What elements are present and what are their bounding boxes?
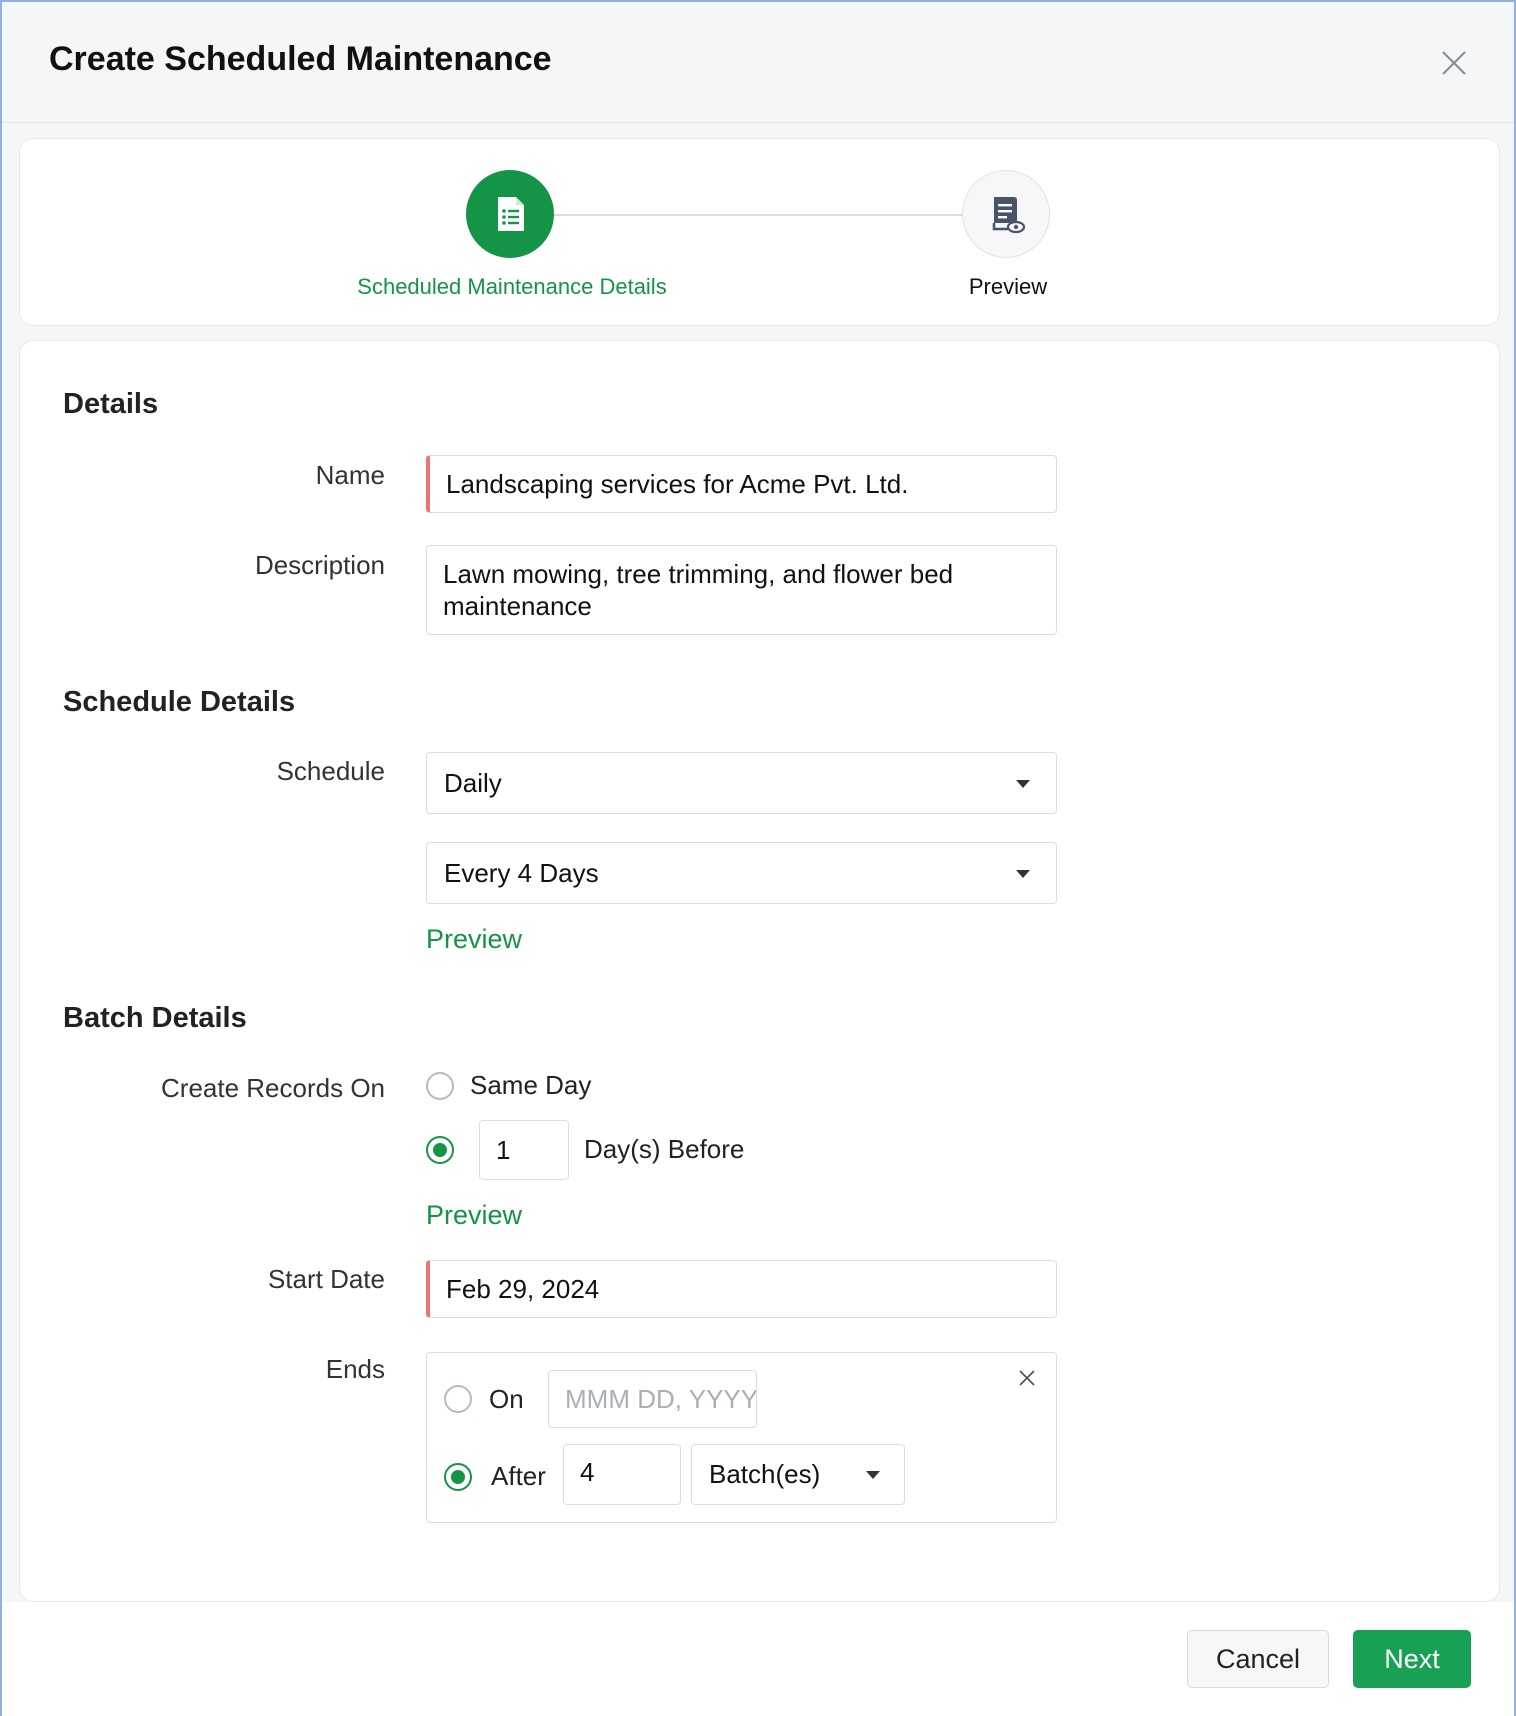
next-button[interactable]: Next	[1353, 1630, 1471, 1688]
clear-ends-icon[interactable]	[1017, 1368, 1037, 1388]
ends-after-unit-select[interactable]: Batch(es)	[691, 1444, 905, 1505]
schedule-label: Schedule	[276, 756, 385, 786]
cancel-button[interactable]: Cancel	[1187, 1630, 1329, 1688]
ends-on-date-input[interactable]: MMM DD, YYYY	[548, 1370, 757, 1428]
days-before-label: Day(s) Before	[584, 1134, 745, 1164]
ends-after-unit-value: Batch(es)	[709, 1459, 821, 1489]
ends-after-label: After	[491, 1461, 546, 1491]
start-date-input[interactable]: Feb 29, 2024	[426, 1260, 1057, 1318]
description-textarea[interactable]: Lawn mowing, tree trimming, and flower b…	[426, 545, 1057, 635]
name-label: Name	[315, 460, 385, 490]
batch-preview-link[interactable]: Preview	[426, 1200, 522, 1231]
close-icon[interactable]	[1439, 48, 1469, 78]
dialog-title: Create Scheduled Maintenance	[49, 40, 552, 78]
stepper-connector	[552, 214, 962, 216]
document-list-icon	[498, 197, 524, 231]
schedule-preview-link[interactable]: Preview	[426, 924, 522, 955]
schedule-interval-value: Every 4 Days	[444, 857, 599, 888]
chevron-down-icon	[1016, 870, 1030, 878]
ends-after-count-input[interactable]: 4	[563, 1444, 681, 1505]
same-day-radio[interactable]	[426, 1072, 454, 1100]
schedule-frequency-select[interactable]: Daily	[426, 752, 1057, 814]
ends-on-date-placeholder: MMM DD, YYYY	[565, 1383, 757, 1414]
chevron-down-icon	[866, 1471, 880, 1479]
step-details-circle[interactable]	[466, 170, 554, 258]
description-label: Description	[254, 550, 385, 580]
dialog-header: Create Scheduled Maintenance	[2, 2, 1514, 123]
details-section-title: Details	[63, 388, 159, 420]
document-eye-icon	[992, 197, 1026, 234]
step-details-label[interactable]: Scheduled Maintenance Details	[332, 274, 692, 300]
ends-on-radio[interactable]	[444, 1385, 472, 1413]
schedule-interval-select[interactable]: Every 4 Days	[426, 842, 1057, 904]
ends-after-radio[interactable]	[444, 1463, 472, 1491]
ends-label: Ends	[325, 1354, 385, 1384]
schedule-frequency-value: Daily	[444, 767, 502, 798]
ends-on-label: On	[489, 1384, 524, 1414]
name-input[interactable]: Landscaping services for Acme Pvt. Ltd.	[426, 455, 1057, 513]
same-day-label: Same Day	[470, 1070, 592, 1100]
step-preview-circle[interactable]	[962, 170, 1050, 258]
start-date-label: Start Date	[267, 1264, 385, 1294]
days-before-input[interactable]: 1	[479, 1120, 569, 1180]
create-scheduled-maintenance-dialog: Create Scheduled Maintenance Scheduled M…	[0, 0, 1516, 1716]
schedule-section-title: Schedule Details	[63, 686, 296, 718]
days-before-radio[interactable]	[426, 1136, 454, 1164]
chevron-down-icon	[1016, 780, 1030, 788]
step-preview-label[interactable]: Preview	[908, 274, 1108, 300]
create-records-label: Create Records On	[161, 1073, 385, 1103]
batch-section-title: Batch Details	[63, 1002, 247, 1034]
stepper-card	[19, 138, 1500, 326]
